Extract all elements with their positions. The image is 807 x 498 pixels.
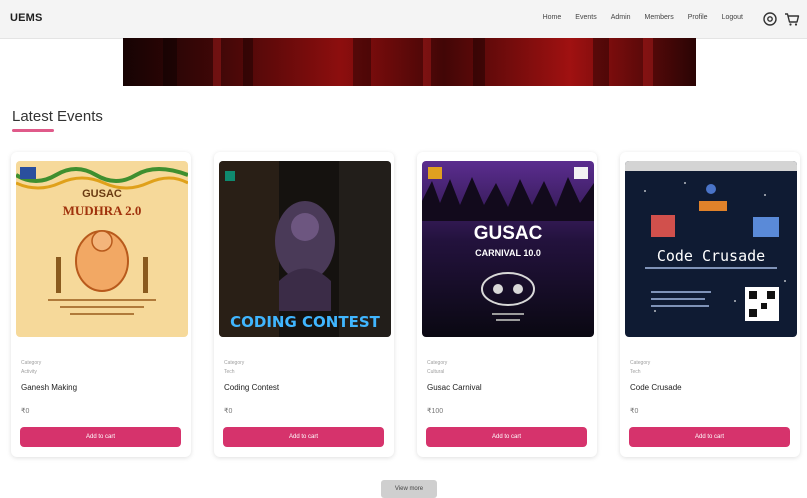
poster-subtitle-text: CARNIVAL 10.0 — [475, 248, 541, 258]
nav-link-members[interactable]: Members — [645, 14, 674, 21]
event-card: Code Crusade Category Tech Code Crusade … — [620, 152, 800, 457]
hero-banner — [123, 38, 696, 86]
poster-title-text: GUSAC — [474, 223, 543, 244]
event-poster[interactable]: Code Crusade — [625, 161, 797, 337]
nav-link-logout[interactable]: Logout — [722, 14, 743, 21]
event-category-label: Category — [427, 360, 448, 366]
cart-icon[interactable] — [783, 10, 801, 28]
event-name[interactable]: Code Crusade — [630, 383, 682, 392]
add-to-cart-button[interactable]: Add to cart — [20, 427, 181, 447]
event-category-label: Category — [630, 360, 651, 366]
nav-links: Home Events Admin Members Profile Logout — [543, 14, 743, 21]
gear-icon[interactable] — [761, 10, 779, 28]
nav-link-admin[interactable]: Admin — [611, 14, 631, 21]
poster-title-text: Code Crusade — [657, 247, 765, 265]
event-price: ₹0 — [630, 408, 639, 415]
nav-link-profile[interactable]: Profile — [688, 14, 708, 21]
poster-org-text: GUSAC — [82, 188, 122, 200]
event-card: CODING CONTEST Category Tech Coding Cont… — [214, 152, 394, 457]
event-card: GUSAC MUDHRA 2.0 Category Activity Ganes… — [11, 152, 191, 457]
event-category-value: Tech — [630, 369, 641, 375]
poster-title-text: CODING CONTEST — [230, 313, 380, 331]
event-name[interactable]: Gusac Carnival — [427, 383, 482, 392]
event-name[interactable]: Ganesh Making — [21, 383, 77, 392]
event-poster[interactable]: CODING CONTEST — [219, 161, 391, 337]
add-to-cart-button[interactable]: Add to cart — [223, 427, 384, 447]
event-poster[interactable]: GUSAC CARNIVAL 10.0 — [422, 161, 594, 337]
event-card: GUSAC CARNIVAL 10.0 Category Cultural Gu… — [417, 152, 597, 457]
event-category-label: Category — [224, 360, 245, 366]
event-name[interactable]: Coding Contest — [224, 383, 279, 392]
add-to-cart-button[interactable]: Add to cart — [629, 427, 790, 447]
event-category-label: Category — [21, 360, 42, 366]
event-price: ₹0 — [224, 408, 233, 415]
section-underline — [12, 129, 54, 132]
app-logo[interactable]: UEMS — [10, 12, 43, 24]
event-category-value: Tech — [224, 369, 235, 375]
event-poster[interactable]: GUSAC MUDHRA 2.0 — [16, 161, 188, 337]
event-category-value: Activity — [21, 369, 37, 375]
section-title: Latest Events — [12, 108, 103, 125]
event-price: ₹100 — [427, 408, 444, 415]
view-more-button[interactable]: View more — [381, 480, 437, 498]
top-navbar: UEMS Home Events Admin Members Profile L… — [0, 0, 807, 39]
event-price: ₹0 — [21, 408, 30, 415]
poster-title-text: MUDHRA 2.0 — [63, 203, 142, 218]
add-to-cart-button[interactable]: Add to cart — [426, 427, 587, 447]
event-category-value: Cultural — [427, 369, 445, 375]
nav-link-home[interactable]: Home — [543, 14, 562, 21]
nav-link-events[interactable]: Events — [575, 14, 596, 21]
